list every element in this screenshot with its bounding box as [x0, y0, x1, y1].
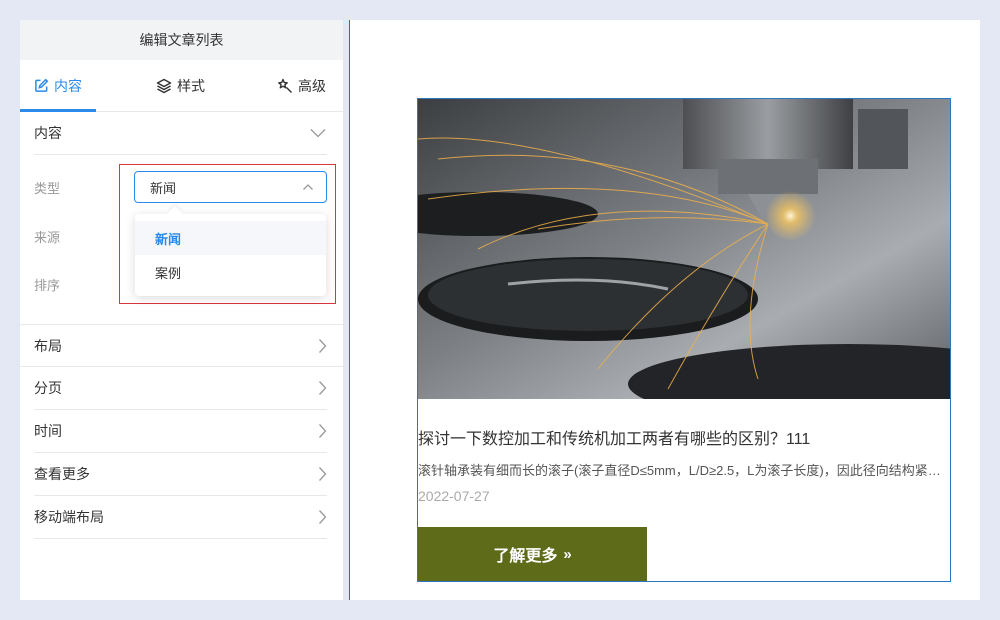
- tab-content-label: 内容: [54, 77, 82, 94]
- section-content-label: 内容: [34, 125, 62, 141]
- section-mobile-layout-label: 移动端布局: [34, 509, 104, 525]
- article-description: 滚针轴承装有细而长的滚子(滚子直径D≤5mm，L/D≥2.5，L为滚子长度)，因…: [418, 463, 948, 478]
- chevron-right-icon: [319, 510, 327, 524]
- tab-advanced-label: 高级: [298, 77, 326, 94]
- dropdown-option-case[interactable]: 案例: [135, 255, 326, 289]
- double-chevron-right-icon: »: [563, 545, 572, 563]
- preview-canvas: 探讨一下数控加工和传统机加工两者有哪些的区别？111 滚针轴承装有细而长的滚子(…: [350, 20, 980, 600]
- chevron-right-icon: [319, 467, 327, 481]
- dropdown-option-news[interactable]: 新闻: [135, 221, 326, 255]
- chevron-up-icon: [303, 184, 313, 190]
- section-content-header[interactable]: 内容: [34, 112, 327, 155]
- article-date: 2022-07-27: [418, 488, 490, 504]
- article-image: [418, 99, 950, 399]
- tab-style[interactable]: 样式: [156, 60, 205, 111]
- chevron-right-icon: [319, 424, 327, 438]
- section-pagination-label: 分页: [34, 380, 62, 396]
- sort-field-label: 排序: [34, 278, 61, 293]
- type-select[interactable]: 新闻: [134, 171, 327, 203]
- chevron-right-icon: [319, 338, 327, 353]
- section-pagination[interactable]: 分页: [34, 367, 327, 410]
- tab-advanced[interactable]: 高级: [277, 60, 326, 111]
- tab-bar: 内容 样式 高级: [20, 60, 343, 112]
- type-select-value: 新闻: [150, 180, 177, 196]
- learn-more-button[interactable]: 了解更多 »: [418, 527, 647, 581]
- learn-more-label: 了解更多: [493, 548, 558, 565]
- section-time-label: 时间: [34, 423, 62, 439]
- panel-title: 编辑文章列表: [20, 20, 343, 60]
- type-field-label: 类型: [34, 181, 61, 196]
- tab-style-label: 样式: [177, 77, 205, 94]
- edit-icon: [35, 78, 49, 92]
- section-mobile-layout[interactable]: 移动端布局: [34, 496, 327, 539]
- section-layout[interactable]: 布局: [20, 324, 343, 367]
- layers-icon: [156, 78, 172, 93]
- type-dropdown: 新闻 案例: [135, 214, 326, 296]
- article-title[interactable]: 探讨一下数控加工和传统机加工两者有哪些的区别？111: [418, 425, 810, 449]
- chevron-down-icon: [310, 129, 326, 138]
- article-card[interactable]: 探讨一下数控加工和传统机加工两者有哪些的区别？111 滚针轴承装有细而长的滚子(…: [417, 98, 951, 582]
- magic-icon: [278, 78, 292, 93]
- panel-divider: [343, 20, 344, 600]
- source-field-label: 来源: [34, 230, 61, 245]
- section-view-more-label: 查看更多: [34, 466, 90, 482]
- section-layout-label: 布局: [34, 337, 62, 354]
- tab-content[interactable]: 内容: [20, 60, 96, 112]
- section-view-more[interactable]: 查看更多: [34, 453, 327, 496]
- section-time[interactable]: 时间: [34, 410, 327, 453]
- chevron-right-icon: [319, 381, 327, 395]
- edit-panel: 编辑文章列表 内容 样式 高级 内容 类型 来源 排序 新闻 新闻 案例 布局 …: [20, 20, 343, 600]
